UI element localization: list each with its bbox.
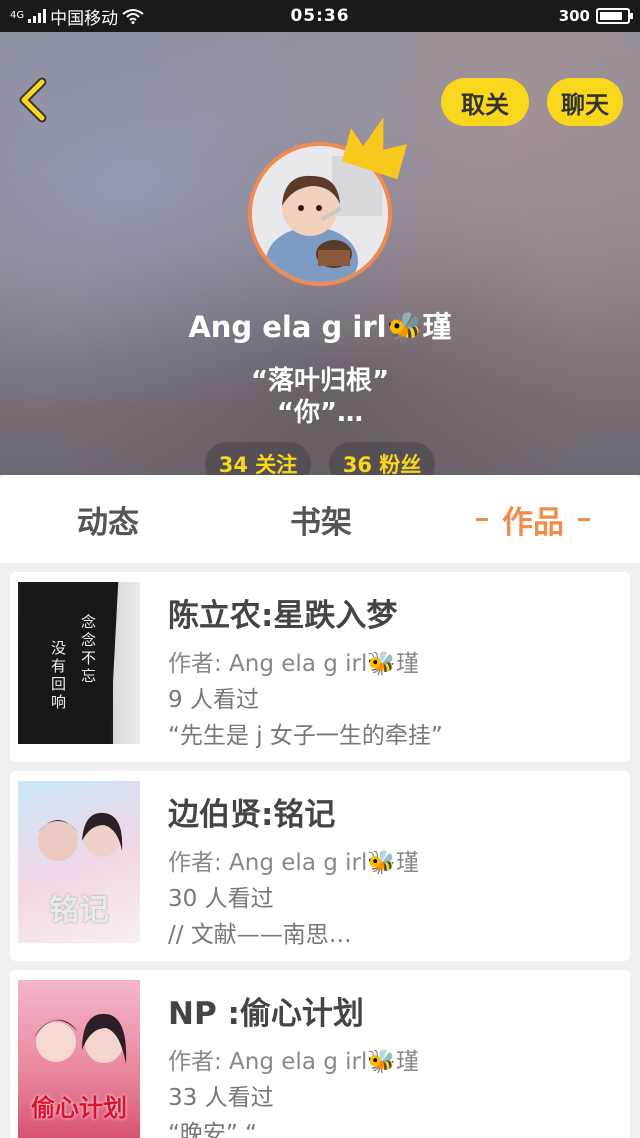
- tab-indicator-right: [578, 517, 590, 521]
- carrier-name: 中国移动: [50, 8, 119, 29]
- battery-icon: [596, 8, 633, 24]
- tab-bookshelf[interactable]: 书架: [253, 475, 389, 563]
- work-title: 陈立农:星跌入梦: [168, 598, 398, 634]
- work-author: 作者: Ang ela g irl🐝瑾: [168, 1049, 420, 1075]
- work-views: 30 人看过: [168, 886, 274, 912]
- work-card[interactable]: 铭记 边伯贤:铭记 作者: Ang ela g irl🐝瑾 30 人看过 // …: [10, 771, 630, 961]
- network-type: 4G: [10, 10, 25, 21]
- profile-header: 取关 聊天 Ang ela g irl🐝瑾 “落叶归根” “你”… 34 关注 …: [0, 32, 640, 475]
- battery-level: [600, 12, 622, 20]
- work-views: 9 人看过: [168, 687, 259, 713]
- signal-icon: [28, 9, 47, 23]
- crown-icon: [342, 117, 408, 180]
- status-left: 4G 中国移动: [10, 4, 144, 29]
- tab-works-label: 作品: [502, 504, 564, 541]
- unfollow-button[interactable]: 取关: [441, 78, 529, 126]
- wifi-icon: [122, 9, 144, 24]
- cover-text-1: 念念不忘: [79, 614, 97, 686]
- chevron-left-icon: [19, 77, 47, 123]
- work-author: 作者: Ang ela g irl🐝瑾: [168, 651, 420, 677]
- tab-indicator-left: [476, 517, 488, 521]
- work-cover: 念念不忘 没有回响: [18, 582, 140, 744]
- profile-tabs: 动态 书架 作品: [0, 475, 640, 563]
- status-bar: 4G 中国移动 05:36 300: [0, 0, 640, 32]
- back-button[interactable]: [14, 76, 54, 124]
- tab-works[interactable]: 作品: [460, 475, 606, 563]
- bio-line-2: “你”…: [276, 398, 364, 428]
- cover-text-2: 没有回响: [49, 640, 67, 712]
- cover-title: 偷心计划: [31, 1094, 127, 1122]
- work-cover: 偷心计划: [18, 980, 140, 1138]
- following-count[interactable]: 34 关注: [205, 442, 311, 475]
- work-description: “先生是 j 女子一生的牵挂”: [168, 723, 443, 749]
- work-title: 边伯贤:铭记: [168, 797, 336, 833]
- work-views: 33 人看过: [168, 1085, 274, 1111]
- cover-title: 铭记: [49, 893, 109, 928]
- work-card[interactable]: 偷心计划 NP :偷心计划 作者: Ang ela g irl🐝瑾 33 人看过…: [10, 970, 630, 1138]
- status-right: 300: [558, 7, 633, 25]
- work-card[interactable]: 念念不忘 没有回响 陈立农:星跌入梦 作者: Ang ela g irl🐝瑾 9…: [10, 572, 630, 762]
- work-description: // 文献——南思…: [168, 922, 352, 948]
- followers-count[interactable]: 36 粉丝: [329, 442, 435, 475]
- work-author: 作者: Ang ela g irl🐝瑾: [168, 850, 420, 876]
- work-title: NP :偷心计划: [168, 996, 364, 1032]
- work-description: “晚安” “…: [168, 1121, 281, 1138]
- work-cover: 铭记: [18, 781, 140, 943]
- tab-dynamic[interactable]: 动态: [40, 475, 176, 563]
- username: Ang ela g irl🐝瑾: [188, 310, 452, 344]
- network-speed: 300: [558, 7, 590, 25]
- chat-button[interactable]: 聊天: [547, 78, 623, 126]
